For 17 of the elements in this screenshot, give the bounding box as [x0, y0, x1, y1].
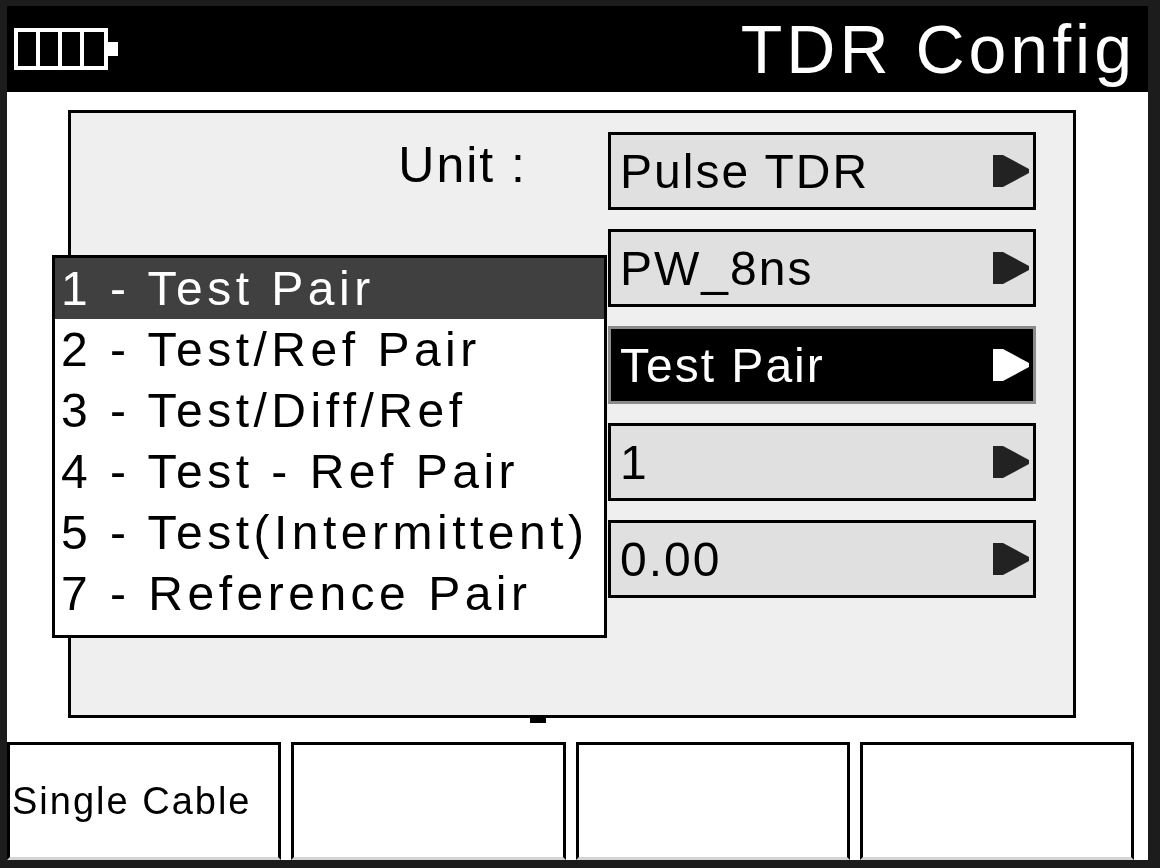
arrow-right-icon — [993, 349, 1029, 381]
value-selector[interactable]: Pulse TDR — [608, 132, 1036, 210]
softkey[interactable]: Single Cable — [7, 742, 282, 860]
value-selector[interactable]: 1 — [608, 423, 1036, 501]
arrow-right-icon — [993, 252, 1029, 284]
value-selector[interactable]: 0.00 — [608, 520, 1036, 598]
softkey[interactable] — [859, 742, 1134, 860]
softkey[interactable] — [291, 742, 566, 860]
value-selector[interactable]: Test Pair — [608, 326, 1036, 404]
arrow-right-icon — [993, 543, 1029, 575]
arrow-right-icon — [993, 446, 1029, 478]
value-selector[interactable]: PW_8ns — [608, 229, 1036, 307]
battery-icon — [14, 28, 118, 70]
menu-item[interactable]: 1 - Test Pair — [55, 258, 604, 319]
arrow-right-icon — [993, 155, 1029, 187]
setting-label: Unit : — [398, 136, 527, 194]
softkey[interactable] — [575, 742, 850, 860]
